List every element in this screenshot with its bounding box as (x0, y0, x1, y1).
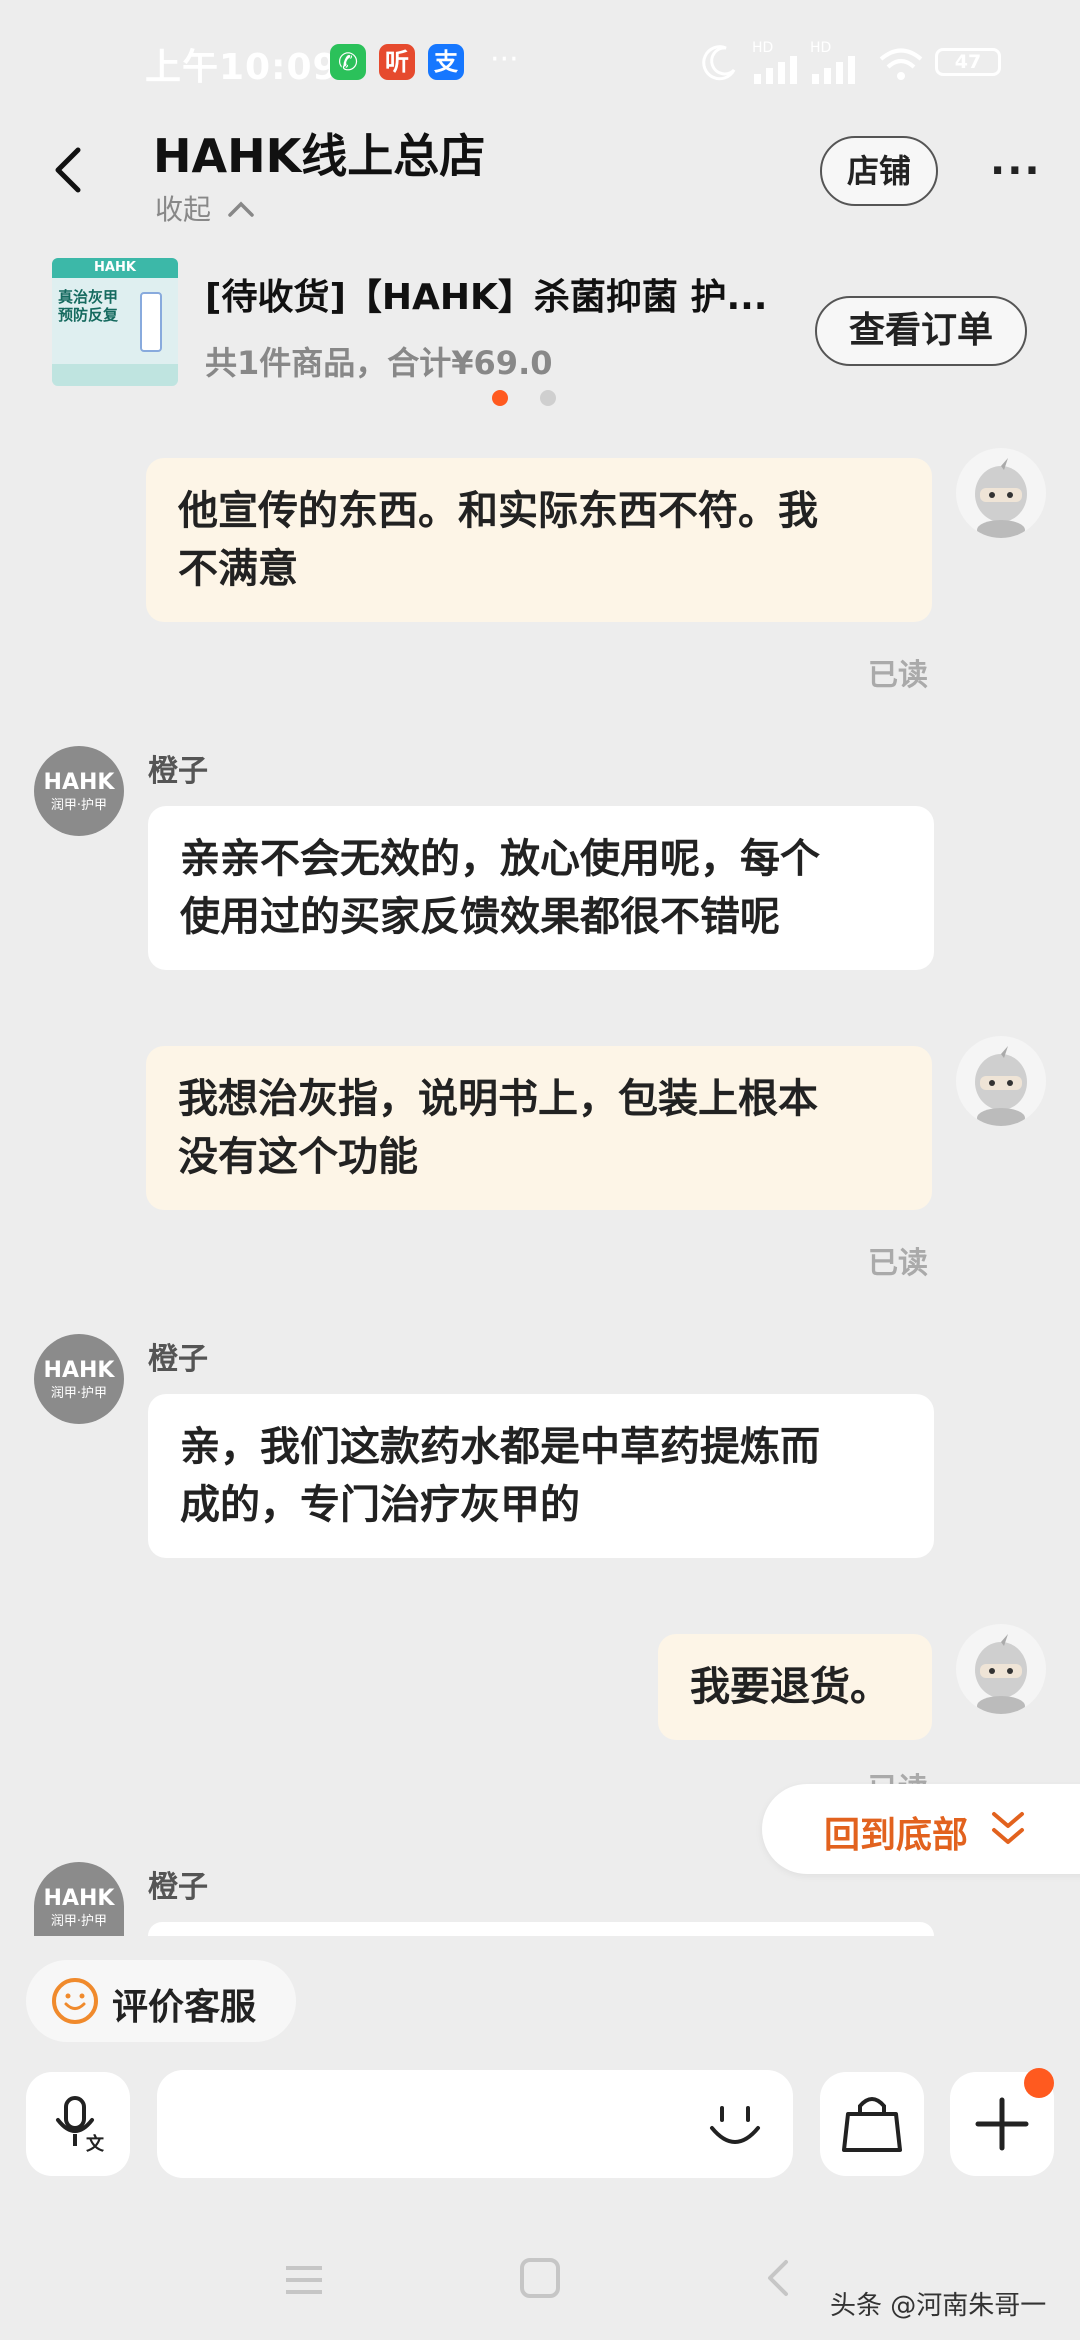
moon-icon (702, 45, 736, 81)
sender-name: 橙子 (148, 754, 208, 789)
notification-badge (1024, 2068, 1054, 2098)
ninja-avatar-icon (975, 1634, 1027, 1714)
back-to-bottom-label: 回到底部 (824, 1815, 969, 1856)
message-bubble-sent[interactable]: 他宣传的东西。和实际东西不符。我 不满意 (146, 458, 932, 622)
back-arrow-icon[interactable] (40, 140, 100, 200)
read-status: 已读 (868, 1246, 928, 1281)
user-avatar[interactable] (956, 448, 1046, 538)
user-avatar[interactable] (956, 1036, 1046, 1126)
alipay-icon: 支 (428, 44, 464, 80)
voice-input-button[interactable]: 文 (26, 2072, 130, 2176)
more-options-icon[interactable]: ··· (990, 148, 1042, 194)
message-bubble-received[interactable] (148, 1922, 934, 1936)
ninja-avatar-icon (975, 1046, 1027, 1126)
double-chevron-down-icon (992, 1812, 1024, 1844)
collapse-toggle[interactable]: 收起 (155, 188, 256, 228)
wifi-icon (879, 48, 923, 80)
battery-indicator: 47 (935, 48, 1001, 76)
shop-avatar[interactable]: HAHK 润甲·护甲 (34, 1334, 124, 1424)
thumbnail-brand: HAHK (52, 258, 178, 278)
shop-title: HAHK线上总店 (153, 129, 486, 183)
signal-icon (812, 56, 855, 84)
thumbnail-footer (52, 364, 178, 386)
shop-avatar[interactable]: HAHK 润甲·护甲 (34, 1862, 124, 1936)
emoji-icon (710, 2106, 760, 2144)
signal-icon (754, 56, 797, 84)
pager-dot-active (492, 390, 508, 406)
smile-icon (52, 1978, 98, 2024)
back-to-bottom-button[interactable]: 回到底部 (762, 1784, 1080, 1874)
message-bubble-sent[interactable]: 我要退货。 (658, 1634, 932, 1740)
back-nav-icon[interactable] (758, 2256, 798, 2300)
chevron-up-icon (228, 201, 254, 217)
emoji-button[interactable] (700, 2090, 770, 2160)
shopping-bag-icon (842, 2097, 902, 2152)
status-bar: 上午10:09 ✆ 听 支 ··· HD HD 47 (0, 0, 1080, 120)
microphone-icon: 文 (56, 2096, 105, 2155)
wechat-icon: ✆ (330, 44, 366, 80)
sender-name: 橙子 (148, 1342, 208, 1377)
home-icon[interactable] (518, 2256, 562, 2300)
view-order-button[interactable]: 查看订单 (815, 296, 1027, 366)
more-notifications-icon: ··· (490, 42, 519, 77)
read-status: 已读 (868, 658, 928, 693)
thumbnail-caption: 真治灰甲 预防反复 (58, 288, 119, 324)
user-avatar[interactable] (956, 1624, 1046, 1714)
menu-icon[interactable] (282, 2258, 326, 2302)
status-time: 上午10:09 (145, 47, 339, 88)
message-bubble-received[interactable]: 亲亲不会无效的，放心使用呢，每个 使用过的买家反馈效果都很不错呢 (148, 806, 934, 970)
message-bubble-received[interactable]: 亲，我们这款药水都是中草药提炼而 成的，专门治疗灰甲的 (148, 1394, 934, 1558)
order-title[interactable]: [待收货]【HAHK】杀菌抑菌 护... (205, 268, 805, 320)
pager-dot (540, 390, 556, 406)
ninja-avatar-icon (975, 458, 1027, 538)
shop-button[interactable]: 店铺 (820, 136, 938, 206)
sender-name: 橙子 (148, 1870, 208, 1905)
product-thumbnail[interactable]: HAHK 真治灰甲 预防反复 (52, 258, 178, 386)
message-bubble-sent[interactable]: 我想治灰指，说明书上，包装上根本 没有这个功能 (146, 1046, 932, 1210)
watermark: 头条 @河南朱哥一 (830, 2291, 1047, 2321)
collapse-label: 收起 (155, 193, 212, 226)
bottle-illustration (140, 292, 162, 352)
rate-service-button[interactable]: 评价客服 (26, 1960, 296, 2042)
message-input[interactable] (157, 2070, 793, 2178)
read-status: 已读 (868, 1764, 928, 1786)
svg-text:文: 文 (86, 2133, 105, 2155)
ting-app-icon: 听 (379, 44, 415, 80)
order-bag-button[interactable] (820, 2072, 924, 2176)
shop-avatar[interactable]: HAHK 润甲·护甲 (34, 746, 124, 836)
rate-service-label: 评价客服 (112, 1987, 257, 2028)
order-summary: 共1件商品，合计¥69.0 (205, 344, 553, 382)
